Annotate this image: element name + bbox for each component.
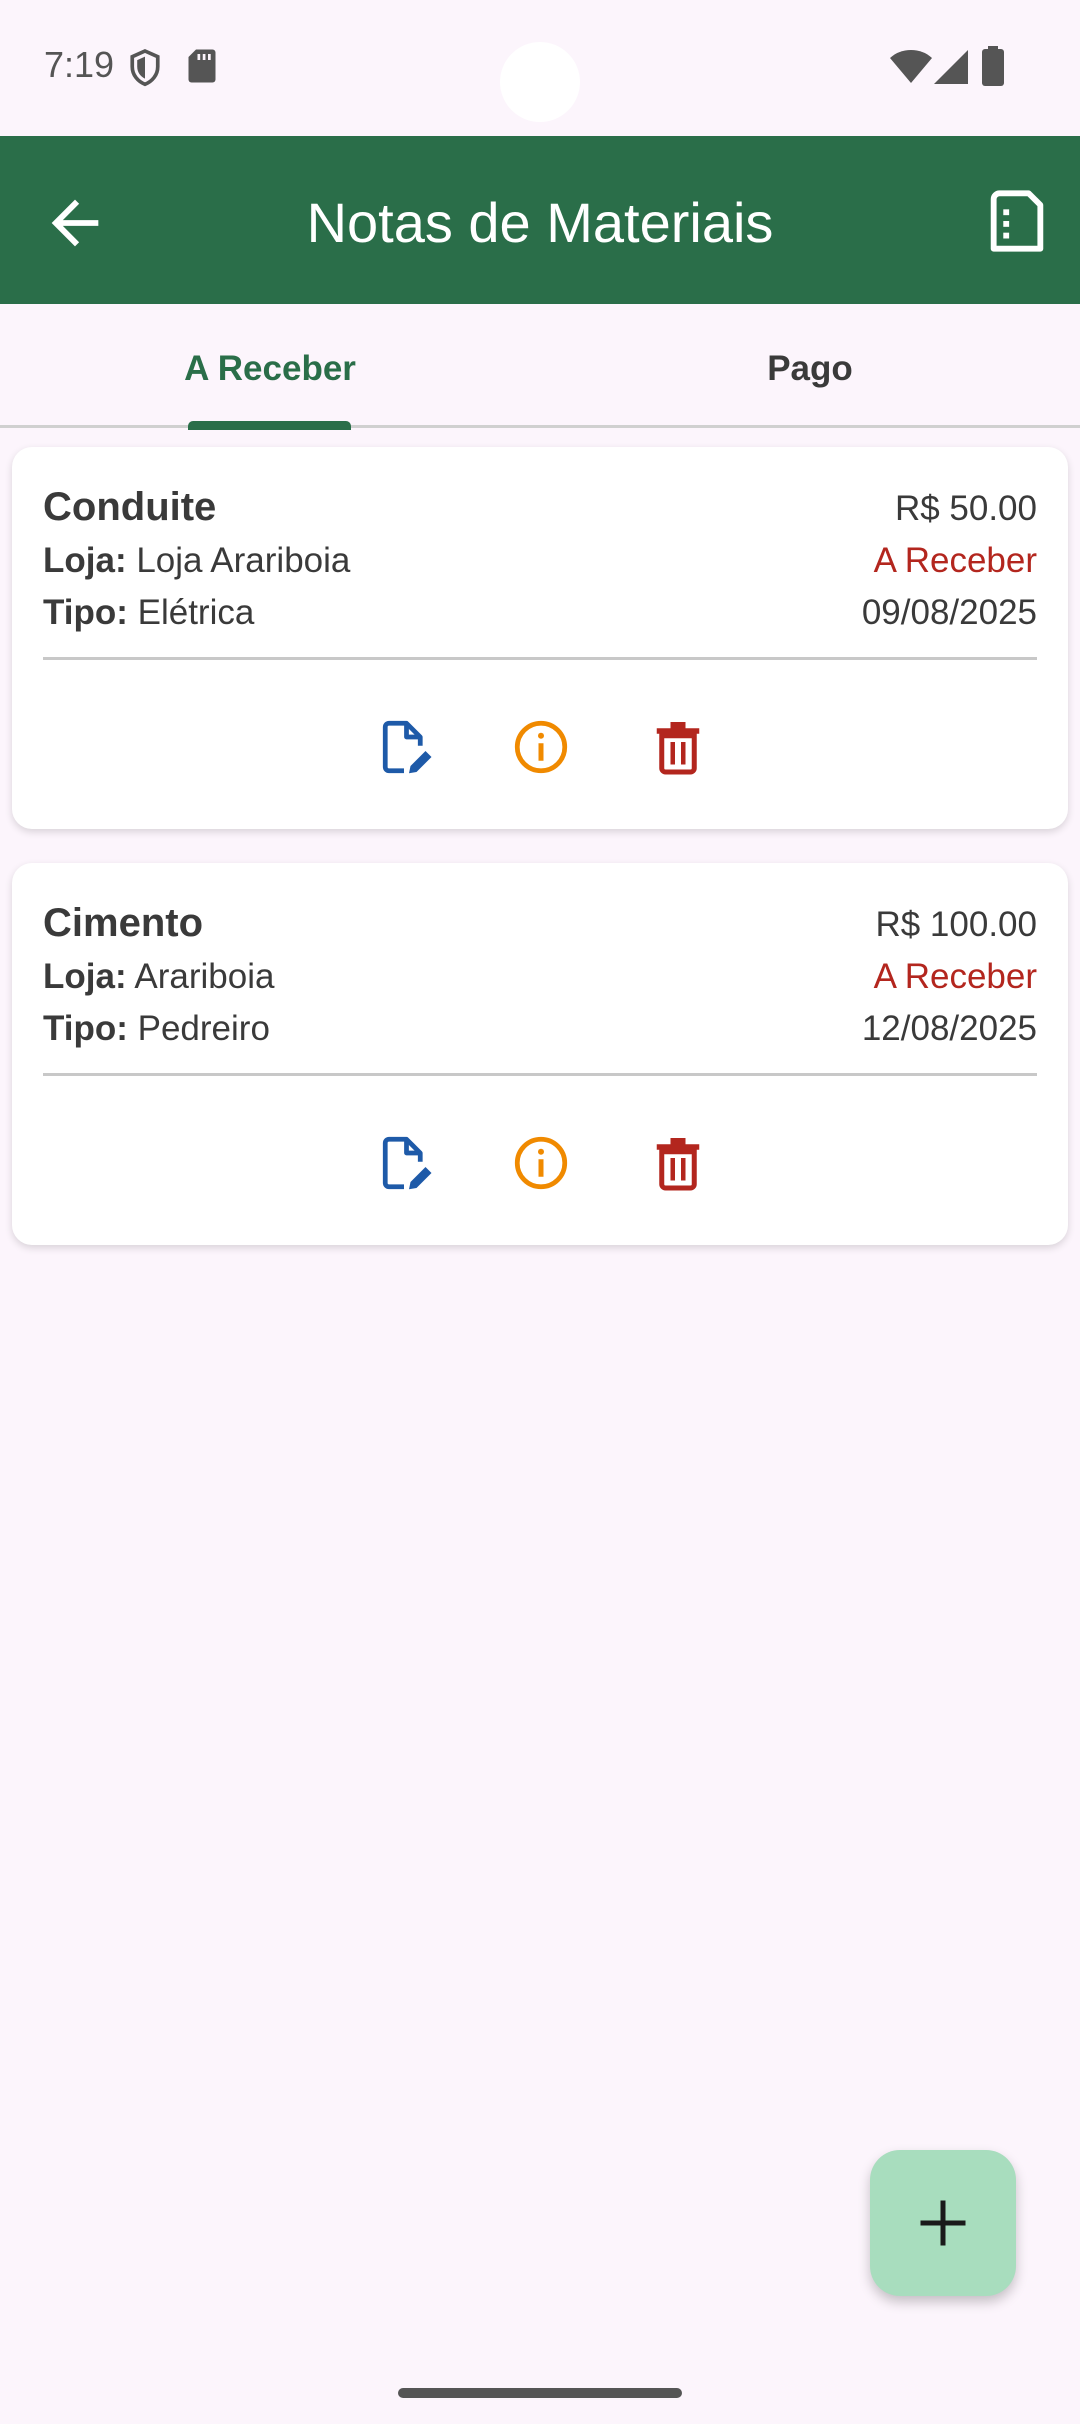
tab-indicator [188,421,351,430]
tab-pago[interactable]: Pago [540,304,1080,428]
home-gesture-bar[interactable] [398,2388,682,2398]
status-bar: 7:19 [0,0,1080,136]
add-note-button[interactable] [870,2150,1016,2296]
sd-card-icon [188,49,216,83]
info-button[interactable] [511,1133,571,1193]
info-icon [514,1136,568,1190]
delete-button[interactable] [648,717,708,777]
card-store: Loja: Loja Arariboia [43,541,350,581]
edit-note-icon [382,720,432,774]
card-store-value: Arariboia [134,957,275,996]
card-type-value: Pedreiro [137,1009,270,1048]
card-type-label: Tipo: [43,593,128,632]
material-card[interactable]: Cimento R$ 100.00 Loja: Arariboia A Rece… [12,863,1068,1245]
info-button[interactable] [511,717,571,777]
card-status: A Receber [873,541,1037,580]
edit-button[interactable] [374,717,434,777]
status-time: 7:19 [44,44,115,85]
wifi-icon [890,50,932,83]
card-store-label: Loja: [43,957,127,996]
edit-button[interactable] [374,1133,434,1193]
card-value: R$ 50.00 [894,489,1037,528]
delete-button[interactable] [648,1133,708,1193]
page-title: Notas de Materiais [306,191,774,254]
signal-icon [934,50,968,84]
tab-bar: A Receber Pago [0,304,1080,430]
card-material-name: Cimento [43,901,203,945]
info-icon [514,720,568,774]
plus-icon [920,2200,966,2246]
card-divider [43,657,1037,660]
card-material-name: Conduite [43,485,217,529]
card-type-label: Tipo: [43,1009,128,1048]
card-date: 12/08/2025 [861,1009,1037,1048]
report-icon [990,190,1044,252]
card-divider [43,1073,1037,1076]
card-type-value: Elétrica [137,593,255,632]
camera-cutout [500,42,580,122]
card-type: Tipo: Pedreiro [43,1009,270,1049]
report-button[interactable] [982,186,1052,256]
card-store-label: Loja: [43,541,127,580]
delete-icon [656,1138,700,1191]
battery-icon [982,46,1004,86]
card-store: Loja: Arariboia [43,957,274,997]
card-status: A Receber [873,957,1037,996]
material-card[interactable]: Conduite R$ 50.00 Loja: Loja Arariboia A… [12,447,1068,829]
shield-icon [130,48,160,87]
card-date: 09/08/2025 [861,593,1037,632]
card-type: Tipo: Elétrica [43,593,254,633]
edit-note-icon [382,1136,432,1190]
delete-icon [656,722,700,775]
card-store-value: Loja Arariboia [136,541,351,580]
card-value: R$ 100.00 [875,905,1037,944]
app-bar: Notas de Materiais [0,136,1080,304]
tab-a-receber[interactable]: A Receber [0,304,540,428]
